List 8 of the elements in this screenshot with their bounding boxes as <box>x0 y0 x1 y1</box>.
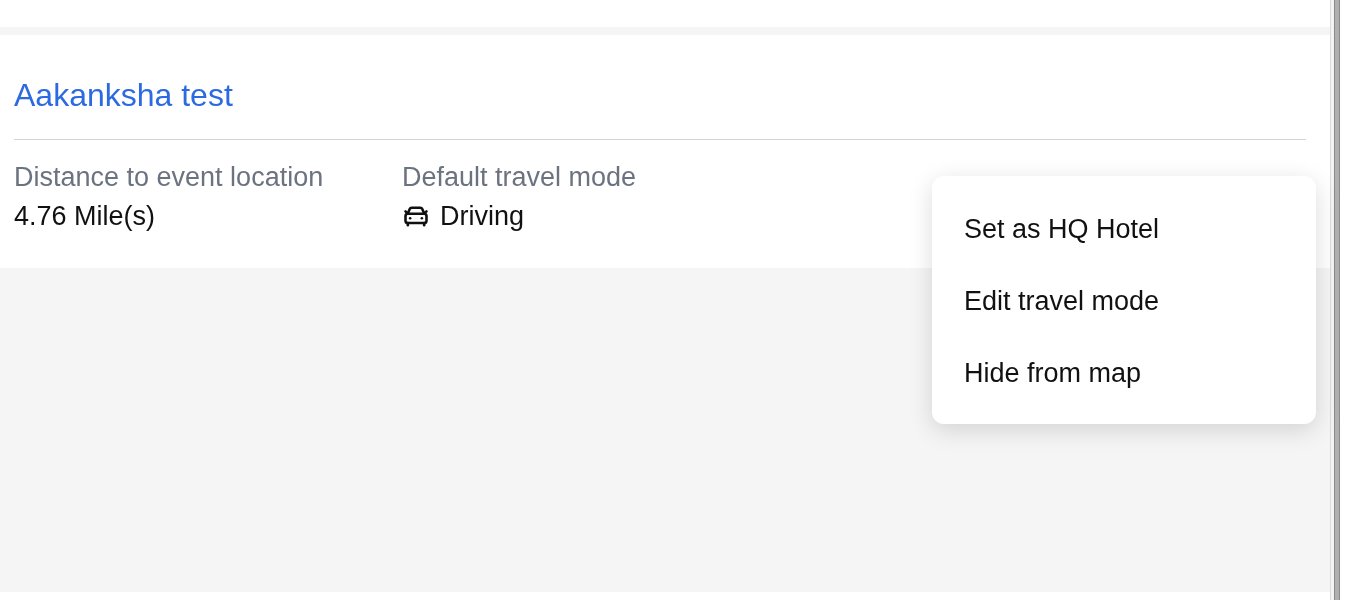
menu-item[interactable]: Edit travel mode <box>932 265 1316 337</box>
card-title[interactable]: Aakanksha test <box>14 77 233 113</box>
field-label: Distance to event location <box>14 162 324 192</box>
menu-item[interactable]: Set as HQ Hotel <box>932 193 1316 265</box>
field-label: Default travel mode <box>402 162 637 192</box>
field-value: 4.76 Mile(s) <box>14 201 156 231</box>
menu-item[interactable]: Hide from map <box>932 337 1316 409</box>
field-value: Driving <box>440 201 525 231</box>
